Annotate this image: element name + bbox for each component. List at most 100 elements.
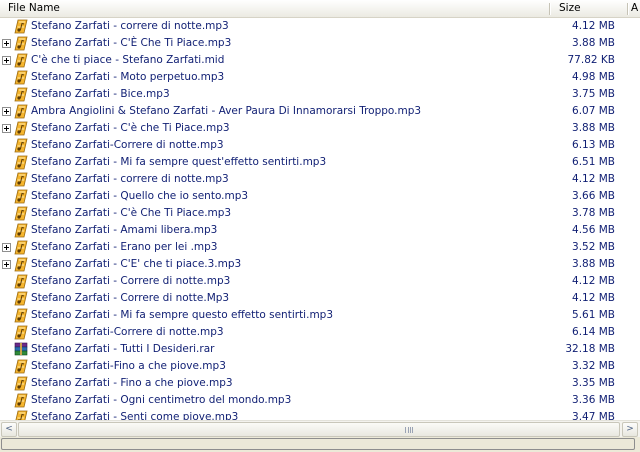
file-size: 6.14 MB (572, 326, 615, 338)
column-header-file-name[interactable]: File Name (0, 0, 550, 17)
file-name: Stefano Zarfati - Quello che io sento.mp… (31, 190, 249, 202)
file-row[interactable]: Stefano Zarfati - Ogni centimetro del mo… (0, 392, 640, 409)
audio-file-icon (13, 223, 29, 238)
file-row[interactable]: Stefano Zarfati - correre di notte.mp3 4.… (0, 171, 640, 188)
file-row[interactable]: Stefano Zarfati - Mi fa sempre questo ef… (0, 307, 640, 324)
file-row[interactable]: Stefano Zarfati-Fino a che piove.mp3 3.32… (0, 358, 640, 375)
audio-file-icon (13, 410, 29, 420)
expand-plus-icon[interactable] (2, 243, 11, 252)
file-size: 3.75 MB (572, 88, 615, 100)
file-name: Stefano Zarfati - Mi fa sempre questo ef… (31, 309, 334, 321)
file-size: 4.12 MB (572, 292, 615, 304)
file-row[interactable]: C'è che ti piace - Stefano Zarfati.mid 77… (0, 52, 640, 69)
file-row[interactable]: Stefano Zarfati - C'E' che ti piace.3.mp… (0, 256, 640, 273)
file-name: Stefano Zarfati-Correre di notte.mp3 (31, 326, 224, 338)
file-size: 3.88 MB (572, 37, 615, 49)
audio-file-icon (13, 19, 29, 34)
file-row[interactable]: Stefano Zarfati - Bice.mp3 3.75 MB (0, 86, 640, 103)
expand-plus-icon[interactable] (2, 124, 11, 133)
chevron-left-icon: < (5, 424, 13, 434)
horizontal-scrollbar[interactable]: < > (0, 420, 640, 437)
file-row[interactable]: Stefano Zarfati - Amami libera.mp3 4.56 M… (0, 222, 640, 239)
file-list[interactable]: Stefano Zarfati - correre di notte.mp3 4.… (0, 18, 640, 420)
file-row[interactable]: Ambra Angiolini & Stefano Zarfati - Aver… (0, 103, 640, 120)
audio-file-icon (13, 359, 29, 374)
file-row[interactable]: Stefano Zarfati - Erano per lei .mp3 3.52… (0, 239, 640, 256)
archive-file-icon (13, 342, 29, 357)
file-size: 6.13 MB (572, 139, 615, 151)
audio-file-icon (13, 155, 29, 170)
audio-file-icon (13, 291, 29, 306)
file-name: Stefano Zarfati - Correre di notte.mp3 (31, 275, 231, 287)
file-name: Stefano Zarfati - correre di notte.mp3 (31, 20, 229, 32)
file-row[interactable]: Stefano Zarfati - Correre di notte.Mp3 4.… (0, 290, 640, 307)
file-size: 77.82 KB (567, 54, 616, 66)
file-row[interactable]: Stefano Zarfati - Senti come piove.mp3 3.… (0, 409, 640, 420)
file-size: 3.88 MB (572, 258, 615, 270)
file-name: Stefano Zarfati-Fino a che piove.mp3 (31, 360, 226, 372)
audio-file-icon (13, 138, 29, 153)
file-row[interactable]: Stefano Zarfati - Quello che io sento.mp… (0, 188, 640, 205)
audio-file-icon (13, 308, 29, 323)
file-name: Ambra Angiolini & Stefano Zarfati - Aver… (31, 105, 422, 117)
file-row[interactable]: Stefano Zarfati-Correre di notte.mp3 6.13… (0, 137, 640, 154)
file-row[interactable]: Stefano Zarfati - C'è Che Ti Piace.mp3 3.… (0, 205, 640, 222)
file-name: Stefano Zarfati - C'è Che Ti Piace.mp3 (31, 207, 232, 219)
chevron-right-icon: > (626, 424, 634, 434)
column-separator[interactable] (627, 3, 629, 15)
audio-file-icon (13, 257, 29, 272)
grip-icon (405, 427, 413, 433)
audio-file-icon (13, 325, 29, 340)
file-name: Stefano Zarfati - Moto perpetuo.mp3 (31, 71, 225, 83)
file-size: 4.12 MB (572, 275, 615, 287)
file-row[interactable]: Stefano Zarfati - correre di notte.mp3 4.… (0, 18, 640, 35)
audio-file-icon (13, 189, 29, 204)
file-row[interactable]: Stefano Zarfati-Correre di notte.mp3 6.14… (0, 324, 640, 341)
expand-plus-icon[interactable] (2, 260, 11, 269)
file-name: Stefano Zarfati - C'È Che Ti Piace.mp3 (31, 37, 232, 49)
status-bar (0, 437, 640, 452)
file-row[interactable]: Stefano Zarfati - Fino a che piove.mp3 3.… (0, 375, 640, 392)
file-name: C'è che ti piace - Stefano Zarfati.mid (31, 54, 225, 66)
column-header-truncated[interactable]: A (629, 0, 640, 17)
audio-file-icon (13, 70, 29, 85)
file-size: 3.78 MB (572, 207, 615, 219)
file-name: Stefano Zarfati - Amami libera.mp3 (31, 224, 218, 236)
scroll-right-button[interactable]: > (622, 422, 638, 437)
file-size: 4.12 MB (572, 173, 615, 185)
column-header-size[interactable]: Size (551, 0, 627, 17)
file-row[interactable]: Stefano Zarfati - C'È Che Ti Piace.mp3 3.… (0, 35, 640, 52)
file-size: 6.07 MB (572, 105, 615, 117)
file-row[interactable]: Stefano Zarfati - C'è che Ti Piace.mp3 3.… (0, 120, 640, 137)
file-size: 4.56 MB (572, 224, 615, 236)
file-row[interactable]: Stefano Zarfati - Moto perpetuo.mp3 4.98 … (0, 69, 640, 86)
file-name: Stefano Zarfati - Tutti I Desideri.rar (31, 343, 215, 355)
file-size: 3.52 MB (572, 241, 615, 253)
file-row[interactable]: Stefano Zarfati - Correre di notte.mp3 4.… (0, 273, 640, 290)
expand-plus-icon[interactable] (2, 107, 11, 116)
file-size: 5.61 MB (572, 309, 615, 321)
audio-file-icon (13, 104, 29, 119)
audio-file-icon (13, 87, 29, 102)
file-name: Stefano Zarfati - Senti come piove.mp3 (31, 411, 239, 420)
file-row[interactable]: Stefano Zarfati - Tutti I Desideri.rar 32… (0, 341, 640, 358)
file-size: 3.47 MB (572, 411, 615, 420)
file-name: Stefano Zarfati - Erano per lei .mp3 (31, 241, 218, 253)
expand-plus-icon[interactable] (2, 56, 11, 65)
scroll-left-button[interactable]: < (1, 422, 17, 437)
file-name: Stefano Zarfati - Correre di notte.Mp3 (31, 292, 230, 304)
file-name: Stefano Zarfati - C'E' che ti piace.3.mp… (31, 258, 242, 270)
file-name: Stefano Zarfati - correre di notte.mp3 (31, 173, 229, 185)
file-size: 4.98 MB (572, 71, 615, 83)
audio-file-icon (13, 206, 29, 221)
file-size: 32.18 MB (565, 343, 615, 355)
expand-plus-icon[interactable] (2, 39, 11, 48)
audio-file-icon (13, 36, 29, 51)
file-name: Stefano Zarfati - Mi fa sempre quest'eff… (31, 156, 327, 168)
file-row[interactable]: Stefano Zarfati - Mi fa sempre quest'eff… (0, 154, 640, 171)
status-field (1, 438, 635, 450)
audio-file-icon (13, 121, 29, 136)
scrollbar-thumb[interactable] (18, 422, 620, 437)
column-separator[interactable] (549, 3, 551, 15)
audio-file-icon (13, 376, 29, 391)
